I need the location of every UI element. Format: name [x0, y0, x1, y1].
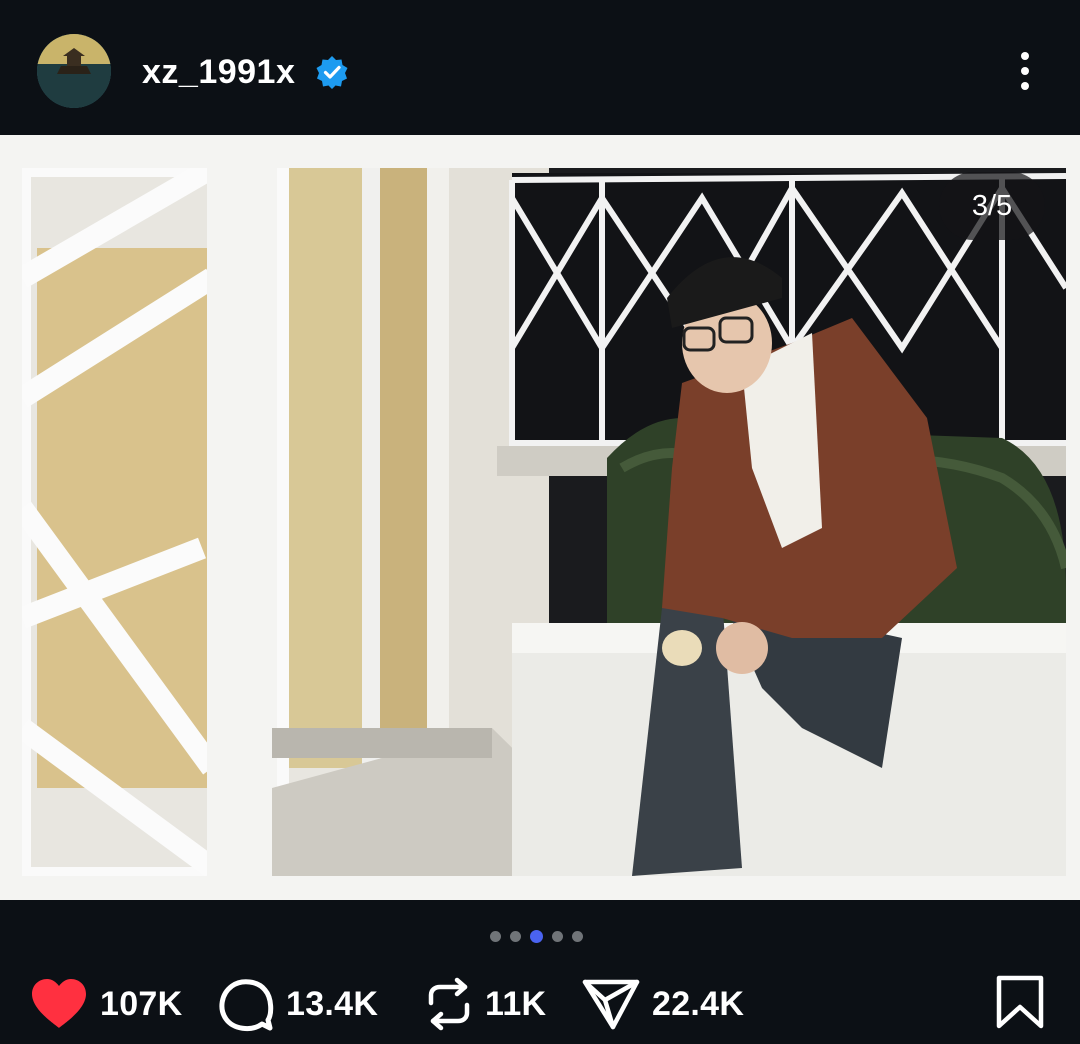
like-count: 107K [100, 984, 183, 1023]
carousel-dot [552, 931, 563, 942]
share-button[interactable]: 22.4K [582, 976, 744, 1032]
carousel-dot [572, 931, 583, 942]
carousel-indicator [490, 930, 583, 943]
share-count: 22.4K [652, 984, 745, 1023]
more-vertical-icon [1021, 52, 1029, 60]
username[interactable]: xz_1991x [142, 52, 295, 92]
carousel-dot-active [530, 930, 543, 943]
carousel-dot [490, 931, 501, 942]
comment-count: 13.4K [286, 984, 379, 1023]
heart-icon [32, 979, 86, 1028]
repost-button[interactable]: 11K [425, 976, 546, 1032]
image-counter: 3/5 [939, 172, 1045, 240]
more-options-button[interactable] [1005, 48, 1045, 94]
repost-count: 11K [485, 984, 547, 1023]
post-header: xz_1991x [0, 0, 1080, 135]
carousel-dot [510, 931, 521, 942]
bookmark-icon[interactable] [995, 975, 1045, 1029]
verified-badge-icon [316, 56, 348, 89]
avatar[interactable] [37, 34, 111, 108]
like-button[interactable]: 107K [30, 976, 182, 1032]
repost-icon [428, 977, 470, 1031]
comment-icon [219, 979, 274, 1032]
send-icon [582, 979, 640, 1030]
post-image[interactable] [22, 168, 1066, 876]
comment-button[interactable]: 13.4K [218, 976, 378, 1032]
